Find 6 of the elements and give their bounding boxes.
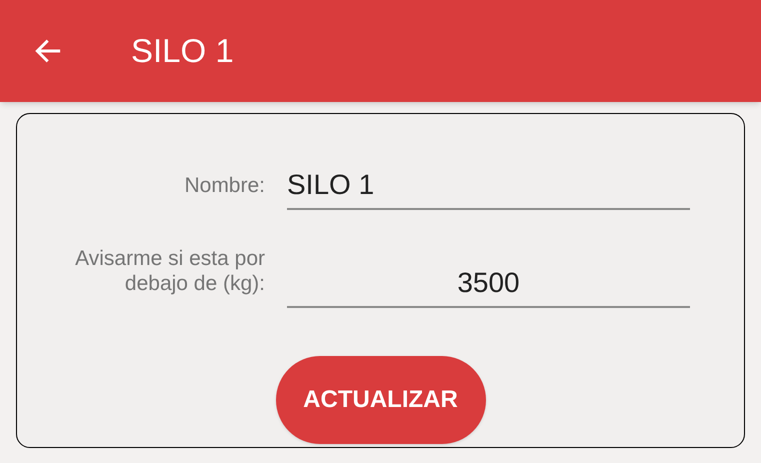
field-label: Avisarme si esta por debajo de (kg): xyxy=(74,246,265,297)
screen-title: SILO 1 xyxy=(131,31,234,72)
text-field[interactable]: 3500 xyxy=(287,260,690,308)
text-field[interactable]: SILO 1 xyxy=(287,162,690,210)
update-button[interactable]: ACTUALIZAR xyxy=(276,356,486,444)
field-label: Nombre: xyxy=(183,173,265,199)
